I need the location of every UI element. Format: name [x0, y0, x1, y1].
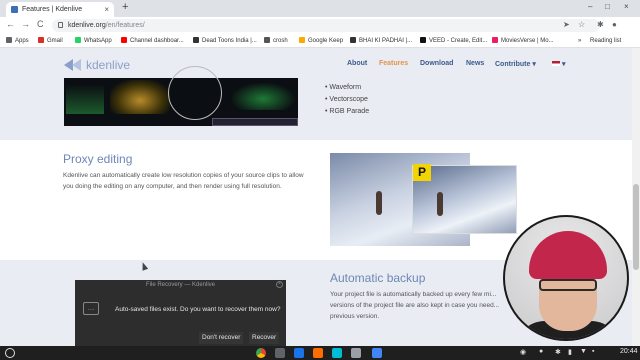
bookmark-google-keep[interactable]: Google Keep: [299, 34, 343, 48]
app-icon[interactable]: [313, 348, 323, 358]
app-icon[interactable]: [351, 348, 361, 358]
gmail-icon: [38, 37, 44, 43]
files-icon[interactable]: [275, 348, 285, 358]
list-item: Waveform: [325, 82, 369, 94]
flag-icon: [552, 61, 560, 66]
battery-icon[interactable]: ▮: [568, 348, 572, 356]
tab-title: Features | Kdenlive: [22, 6, 83, 13]
address-bar[interactable]: kdenlive.org/en/features/: [52, 19, 600, 32]
close-window-button[interactable]: ×: [624, 2, 629, 11]
file-recovery-dialog: File Recovery — Kdenlive × … Auto-saved …: [75, 280, 286, 346]
forward-button[interactable]: →: [21, 19, 30, 29]
bookmark-apps[interactable]: Apps: [6, 34, 29, 48]
list-item: Vectorscope: [325, 94, 369, 106]
glasses: [539, 279, 597, 291]
dialog-close-icon[interactable]: ×: [276, 281, 283, 288]
notification-icon[interactable]: ▪: [592, 348, 594, 355]
whatsapp-icon: [75, 37, 81, 43]
clock[interactable]: 20:44: [620, 348, 638, 355]
tray-icon[interactable]: ●: [539, 348, 543, 355]
url-path: /en/features/: [105, 22, 145, 29]
vectorscope: [168, 66, 222, 120]
reading-list-button[interactable]: Reading list: [590, 34, 621, 48]
proxy-editing-text: Kdenlive can automatically create low re…: [63, 172, 304, 190]
tab-close-icon[interactable]: ×: [104, 2, 109, 17]
bookmark-whatsapp[interactable]: WhatsApp: [75, 34, 112, 48]
minimize-button[interactable]: –: [588, 2, 592, 11]
lock-icon: [58, 22, 63, 28]
bookmark-channel-dashboard[interactable]: Channel dashboar...: [121, 34, 184, 48]
app-icon[interactable]: [332, 348, 342, 358]
bookmark-dead-toons[interactable]: Dead Toons India |...: [193, 34, 257, 48]
bookmarks-overflow-button[interactable]: »: [578, 34, 581, 48]
moviesverse-icon: [492, 37, 498, 43]
dialog-title: File Recovery — Kdenlive: [145, 282, 216, 288]
waveform-scope: [110, 80, 170, 114]
app-icon[interactable]: [294, 348, 304, 358]
maximize-button[interactable]: □: [605, 2, 610, 11]
bookmark-veed[interactable]: VEED - Create, Edit...: [420, 34, 487, 48]
scopes-list: Waveform Vectorscope RGB Parade: [325, 82, 369, 118]
browser-tab-strip: Features | Kdenlive × + – □ ×: [0, 0, 640, 17]
dont-recover-button[interactable]: Don't recover: [199, 332, 244, 344]
veed-icon: [420, 37, 426, 43]
menu-about[interactable]: About: [347, 60, 367, 67]
bookmark-bhai-ki-padhai[interactable]: BHAI KI PADHAI |...: [350, 34, 412, 48]
dialog-message: Auto-saved files exist. Do you want to r…: [115, 306, 281, 313]
bookmark-star-icon[interactable]: ☆: [578, 20, 585, 29]
recover-button[interactable]: Recover: [249, 332, 280, 344]
tray-icon[interactable]: ✱: [555, 348, 561, 356]
automatic-backup-text: Your project file is automatically backe…: [330, 291, 500, 320]
person-figure: [376, 191, 382, 215]
os-shelf: ◉ ● ✱ ▮ ▼ ▪ 20:44: [0, 346, 640, 360]
menu-contribute[interactable]: Contribute ▾: [495, 60, 536, 68]
new-tab-button[interactable]: +: [122, 1, 128, 13]
bookmark-crosh[interactable]: crosh: [264, 34, 288, 48]
list-item: RGB Parade: [325, 106, 369, 118]
scrollbar-thumb[interactable]: [633, 184, 639, 270]
chrome-icon[interactable]: [256, 348, 266, 358]
menu-news[interactable]: News: [466, 60, 484, 67]
extension-profile-icon[interactable]: ●: [612, 20, 617, 29]
bookmark-moviesverse[interactable]: MoviesVerse | Mo...: [492, 34, 554, 48]
page-icon: [350, 37, 356, 43]
globe-icon: [264, 37, 270, 43]
screen-record-icon[interactable]: ◉: [520, 348, 526, 356]
bookmark-gmail[interactable]: Gmail: [38, 34, 63, 48]
apps-grid-icon: [6, 37, 12, 43]
webcam-overlay: [503, 215, 629, 341]
red-beanie: [529, 231, 607, 279]
bookmarks-bar: Apps Gmail WhatsApp Channel dashboar... …: [0, 34, 640, 48]
scope-controls: [212, 118, 298, 126]
share-icon[interactable]: ➤: [563, 20, 570, 29]
back-button[interactable]: ←: [6, 19, 15, 29]
app-icon[interactable]: [372, 348, 382, 358]
browser-toolbar: ← → C kdenlive.org/en/features/ ➤ ☆ ✱ ●: [0, 17, 640, 46]
message-icon: …: [83, 302, 99, 315]
wifi-icon[interactable]: ▼: [580, 348, 587, 355]
page-icon: [193, 37, 199, 43]
keep-icon: [299, 37, 305, 43]
language-selector[interactable]: ▾: [552, 60, 565, 68]
kdenlive-favicon-icon: [11, 6, 18, 13]
extensions-icon[interactable]: ✱: [597, 20, 604, 29]
reload-button[interactable]: C: [37, 19, 44, 29]
menu-download[interactable]: Download: [420, 60, 453, 67]
kdenlive-logo-icon: [64, 59, 81, 71]
proxy-badge: P: [413, 164, 431, 181]
logo-text: kdenlive: [86, 58, 131, 72]
automatic-backup-heading: Automatic backup: [330, 271, 426, 285]
proxy-editing-heading: Proxy editing: [63, 152, 133, 166]
menu-features[interactable]: Features: [379, 60, 408, 67]
histogram-scope: [66, 84, 104, 114]
page-scrollbar[interactable]: [632, 48, 640, 346]
rgb-parade-scope: [230, 82, 296, 110]
person-figure: [437, 192, 443, 216]
youtube-icon: [121, 37, 127, 43]
scopes-screenshot: [64, 66, 298, 126]
url-domain: kdenlive.org: [68, 22, 106, 29]
launcher-icon[interactable]: [5, 348, 15, 358]
browser-tab[interactable]: Features | Kdenlive ×: [6, 2, 114, 17]
